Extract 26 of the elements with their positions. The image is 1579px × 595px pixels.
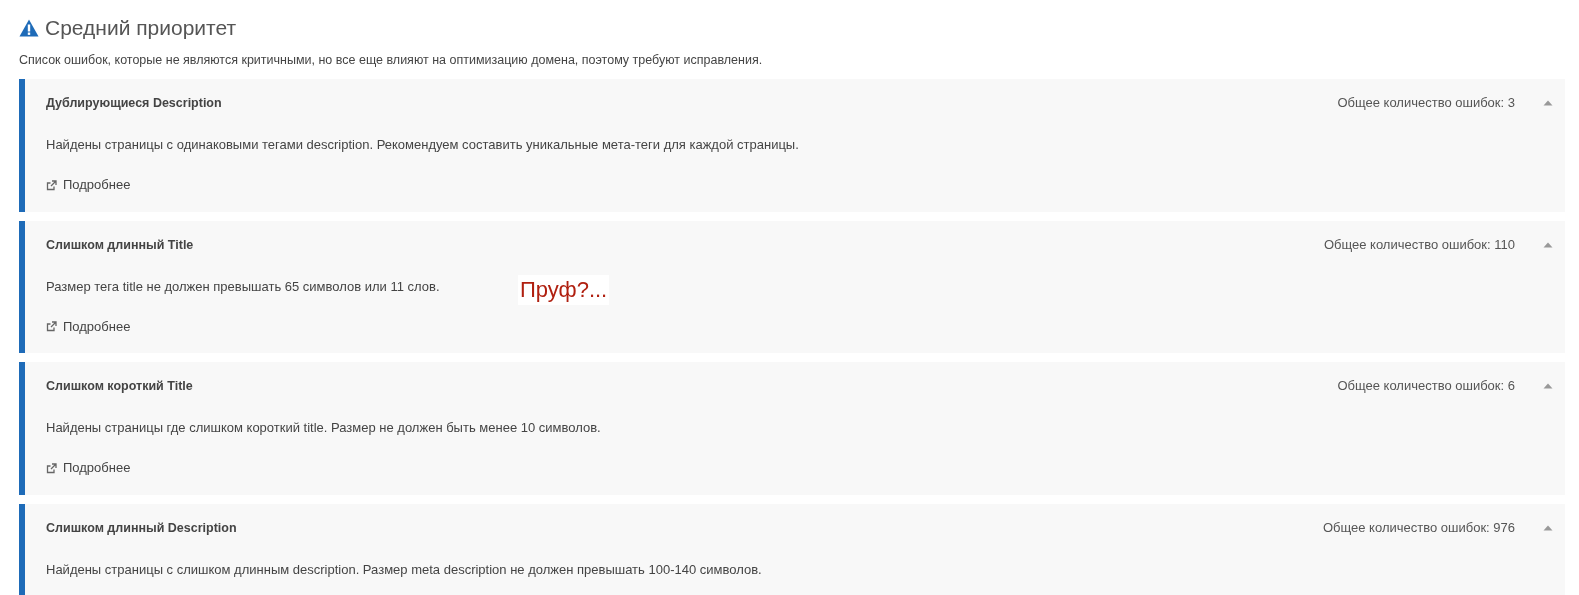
issue-description: Найдены страницы с слишком длинным description. Размер meta description не должен превышать 100-140 символов. xyxy=(46,561,762,578)
caret-icon[interactable] xyxy=(1543,100,1553,106)
more-link[interactable]: Подробнее xyxy=(46,177,131,193)
section-description: Список ошибок, которые не являются критичными, но все еще влияют на оптимизацию домена, поэтому требуют исправления. xyxy=(19,52,764,68)
more-link[interactable]: Подробнее xyxy=(46,318,131,335)
external-link-icon xyxy=(46,462,57,474)
error-count: Общее количество ошибок: 6 xyxy=(1337,378,1515,394)
caret-icon[interactable] xyxy=(1543,383,1553,389)
issue-title: Дублирующиеся Description xyxy=(46,95,223,111)
issue-description: Размер тега title не должен превышать 65 символов или 11 слов. xyxy=(46,278,440,295)
caret-icon[interactable] xyxy=(1543,241,1553,248)
error-count: Общее количество ошибок: 110 xyxy=(1323,236,1515,253)
error-count: Общее количество ошибок: 976 xyxy=(1322,519,1515,536)
issue-description: Найдены страницы где слишком короткий title. Размер не должен быть менее 10 символов. xyxy=(46,420,601,436)
section-title: Средний приоритет xyxy=(45,15,237,41)
issue-title: Слишком короткий Title xyxy=(46,378,194,394)
caret-icon[interactable] xyxy=(1543,524,1553,531)
error-count: Общее количество ошибок: 3 xyxy=(1337,95,1515,111)
external-link-icon xyxy=(46,179,57,191)
more-link[interactable]: Подробнее xyxy=(46,460,131,476)
issue-title: Слишком длинный Description xyxy=(46,519,238,536)
warning-icon xyxy=(19,19,39,37)
issue-title: Слишком длинный Title xyxy=(46,236,195,253)
annotation-text: Пруф?... xyxy=(518,274,610,305)
issue-description: Найдены страницы с одинаковыми тегами description. Рекомендуем составить уникальные мета-теги для каждой страницы. xyxy=(46,137,799,153)
external-link-icon xyxy=(46,321,57,332)
